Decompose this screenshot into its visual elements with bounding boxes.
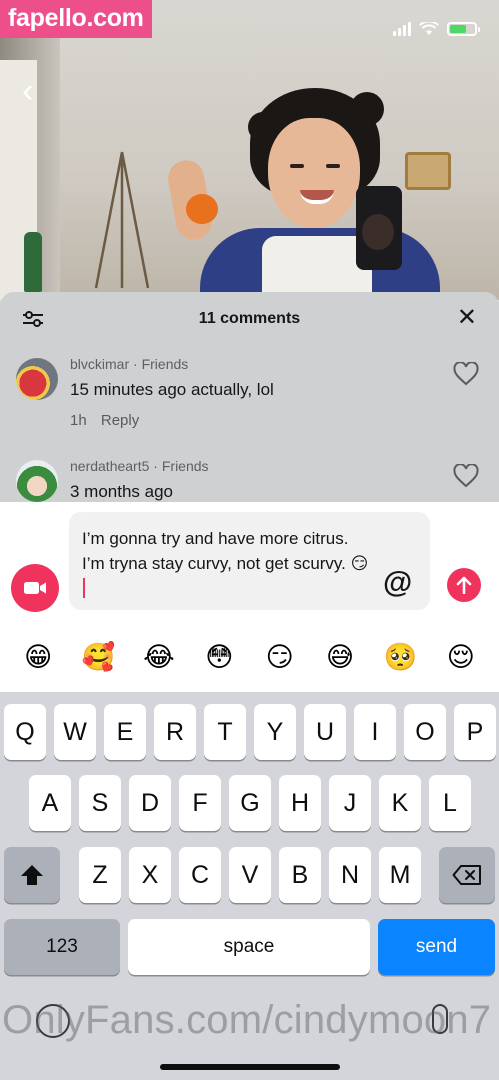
heart-icon[interactable]: [453, 464, 479, 488]
heart-icon[interactable]: [453, 362, 479, 386]
emoji-button[interactable]: 😳: [197, 636, 241, 680]
text-cursor: [83, 578, 85, 598]
person-eye: [290, 164, 304, 168]
key-i[interactable]: I: [354, 704, 396, 760]
video-frame: ‹: [0, 0, 499, 300]
comment-meta: nerdatheart5 · Friends: [70, 458, 209, 474]
key-b[interactable]: B: [279, 847, 321, 903]
key-o[interactable]: O: [404, 704, 446, 760]
keyboard-row-3: Z X C V B N M: [0, 847, 499, 903]
emoji-button[interactable]: 😅: [318, 636, 362, 680]
video-reply-button[interactable]: [11, 564, 59, 612]
emoji-button[interactable]: 😏: [258, 636, 302, 680]
shift-key[interactable]: [4, 847, 60, 903]
key-v[interactable]: V: [229, 847, 271, 903]
back-chevron-icon[interactable]: ‹: [22, 72, 33, 111]
person-face: [268, 118, 360, 228]
backspace-icon: [452, 865, 481, 885]
comment-username[interactable]: blvckimar: [70, 356, 129, 372]
orange-fruit: [186, 194, 218, 224]
status-bar-icons: [393, 22, 480, 36]
person-hair-bun: [350, 92, 384, 126]
key-u[interactable]: U: [304, 704, 346, 760]
meta-separator: ·: [153, 458, 162, 474]
friends-badge: Friends: [141, 356, 189, 372]
key-q[interactable]: Q: [4, 704, 46, 760]
space-key[interactable]: space: [128, 919, 370, 975]
avatar[interactable]: [16, 460, 58, 502]
arrow-up-icon: [456, 576, 472, 594]
key-k[interactable]: K: [379, 775, 421, 831]
key-y[interactable]: Y: [254, 704, 296, 760]
comment-item: nerdatheart5 · Friends 3 months ago: [0, 448, 499, 502]
person-hair-bun: [248, 112, 278, 142]
key-n[interactable]: N: [329, 847, 371, 903]
comment-input-text: I’m gonna try and have more citrus. I’m …: [82, 529, 369, 573]
reply-button[interactable]: Reply: [101, 412, 139, 429]
emoji-button[interactable]: 🥺: [378, 636, 422, 680]
comment-composer: I’m gonna try and have more citrus. I’m …: [0, 502, 499, 692]
key-d[interactable]: D: [129, 775, 171, 831]
comment-text: 3 months ago: [70, 482, 174, 501]
key-j[interactable]: J: [329, 775, 371, 831]
key-c[interactable]: C: [179, 847, 221, 903]
keyboard-row-2: A S D F G H J K L: [0, 775, 499, 831]
close-icon[interactable]: ✕: [457, 306, 477, 330]
mention-at-icon[interactable]: @: [383, 568, 412, 598]
key-l[interactable]: L: [429, 775, 471, 831]
wifi-icon: [419, 22, 439, 35]
friends-badge: Friends: [161, 458, 209, 474]
post-comment-button[interactable]: [447, 568, 481, 602]
key-h[interactable]: H: [279, 775, 321, 831]
video-camera-icon: [24, 582, 46, 594]
meta-separator: ·: [133, 356, 142, 372]
battery-icon: [447, 22, 480, 36]
key-z[interactable]: Z: [79, 847, 121, 903]
cellular-signal-icon: [393, 22, 411, 36]
key-e[interactable]: E: [104, 704, 146, 760]
avatar[interactable]: [16, 358, 58, 400]
key-t[interactable]: T: [204, 704, 246, 760]
emoji-button[interactable]: 😂: [137, 636, 181, 680]
key-x[interactable]: X: [129, 847, 171, 903]
key-p[interactable]: P: [454, 704, 496, 760]
send-key[interactable]: send: [378, 919, 495, 975]
comments-count-title: 11 comments: [198, 310, 301, 327]
key-m[interactable]: M: [379, 847, 421, 903]
numbers-key[interactable]: 123: [4, 919, 120, 975]
emoji-button[interactable]: 😌: [439, 636, 483, 680]
backspace-key[interactable]: [439, 847, 495, 903]
phone-case-art: [362, 214, 394, 250]
comment-footer: 1h Reply: [70, 412, 139, 429]
comment-age: 1h: [70, 412, 87, 429]
comment-username[interactable]: nerdatheart5: [70, 458, 149, 474]
comments-header: 11 comments ✕: [0, 292, 499, 346]
background-wall-art: [405, 152, 451, 190]
keyboard-row-1: Q W E R T Y U I O P: [0, 704, 499, 760]
key-g[interactable]: G: [229, 775, 271, 831]
key-w[interactable]: W: [54, 704, 96, 760]
creator-watermark: OnlyFans.com/cindymoon7: [2, 998, 492, 1042]
key-r[interactable]: R: [154, 704, 196, 760]
emoji-button[interactable]: 🥰: [77, 636, 121, 680]
key-f[interactable]: F: [179, 775, 221, 831]
quick-emoji-bar: 😁 🥰 😂 😳 😏 😅 🥺 😌: [0, 636, 499, 680]
comments-sheet: 11 comments ✕ blvckimar · Friends 15 min…: [0, 292, 499, 502]
shift-arrow-icon: [21, 865, 43, 885]
comment-meta: blvckimar · Friends: [70, 356, 188, 372]
site-watermark: fapello.com: [0, 0, 152, 38]
comment-item: blvckimar · Friends 15 minutes ago actua…: [0, 346, 499, 446]
key-a[interactable]: A: [29, 775, 71, 831]
person-eye: [326, 164, 340, 168]
background-easel: [92, 150, 152, 290]
home-indicator[interactable]: [160, 1064, 340, 1070]
keyboard-row-4: 123 space send: [0, 919, 499, 975]
emoji-button[interactable]: 😁: [16, 636, 60, 680]
comment-text: 15 minutes ago actually, lol: [70, 380, 274, 399]
background-bottle: [24, 232, 42, 292]
comment-input[interactable]: I’m gonna try and have more citrus. I’m …: [69, 512, 430, 610]
key-s[interactable]: S: [79, 775, 121, 831]
